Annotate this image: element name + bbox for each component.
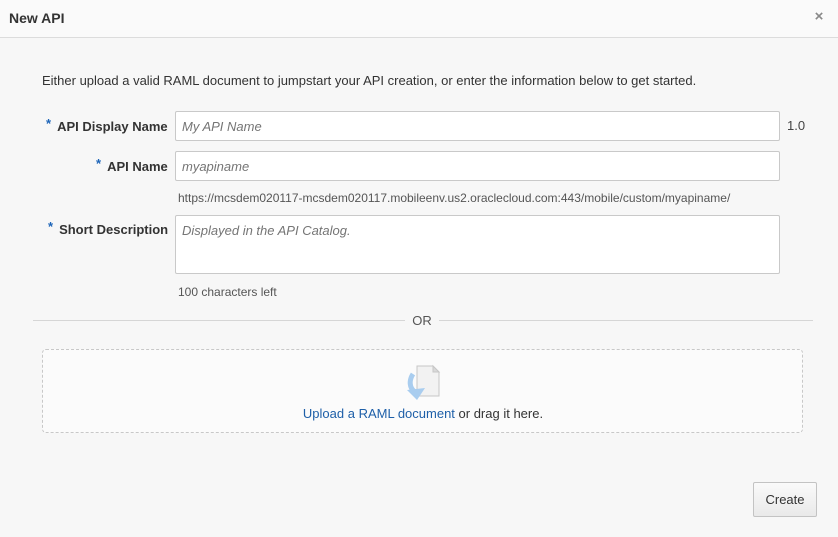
document-upload-icon: [407, 364, 441, 400]
short-description-textarea[interactable]: [175, 215, 780, 274]
version-text: 1.0: [787, 118, 806, 133]
intro-text: Either upload a valid RAML document to j…: [42, 73, 697, 88]
or-separator-text: OR: [405, 313, 439, 328]
upload-prompt: Upload a RAML document or drag it here.: [0, 406, 838, 421]
close-icon[interactable]: ×: [812, 9, 826, 25]
api-name-label-text: API Name: [107, 159, 168, 174]
display-name-label: * API Display Name: [46, 116, 168, 134]
dialog-header: New API ×: [0, 0, 838, 38]
upload-raml-link[interactable]: Upload a RAML document: [303, 406, 455, 421]
short-description-label-text: Short Description: [59, 222, 169, 237]
api-url-hint: https://mcsdem020117-mcsdem020117.mobile…: [178, 191, 731, 205]
characters-left-hint: 100 characters left: [178, 285, 277, 299]
required-marker: *: [96, 156, 102, 171]
new-api-dialog: New API × Either upload a valid RAML doc…: [0, 0, 838, 537]
upload-suffix-text: or drag it here.: [454, 406, 544, 421]
dialog-title: New API: [9, 10, 65, 26]
required-marker: *: [48, 219, 54, 234]
short-description-label: * Short Description: [48, 219, 169, 237]
display-name-label-text: API Display Name: [57, 119, 168, 134]
api-name-input[interactable]: [175, 151, 780, 181]
required-marker: *: [46, 116, 52, 131]
display-name-input[interactable]: [175, 111, 780, 141]
api-name-label: * API Name: [96, 156, 168, 174]
create-button[interactable]: Create: [753, 482, 817, 517]
